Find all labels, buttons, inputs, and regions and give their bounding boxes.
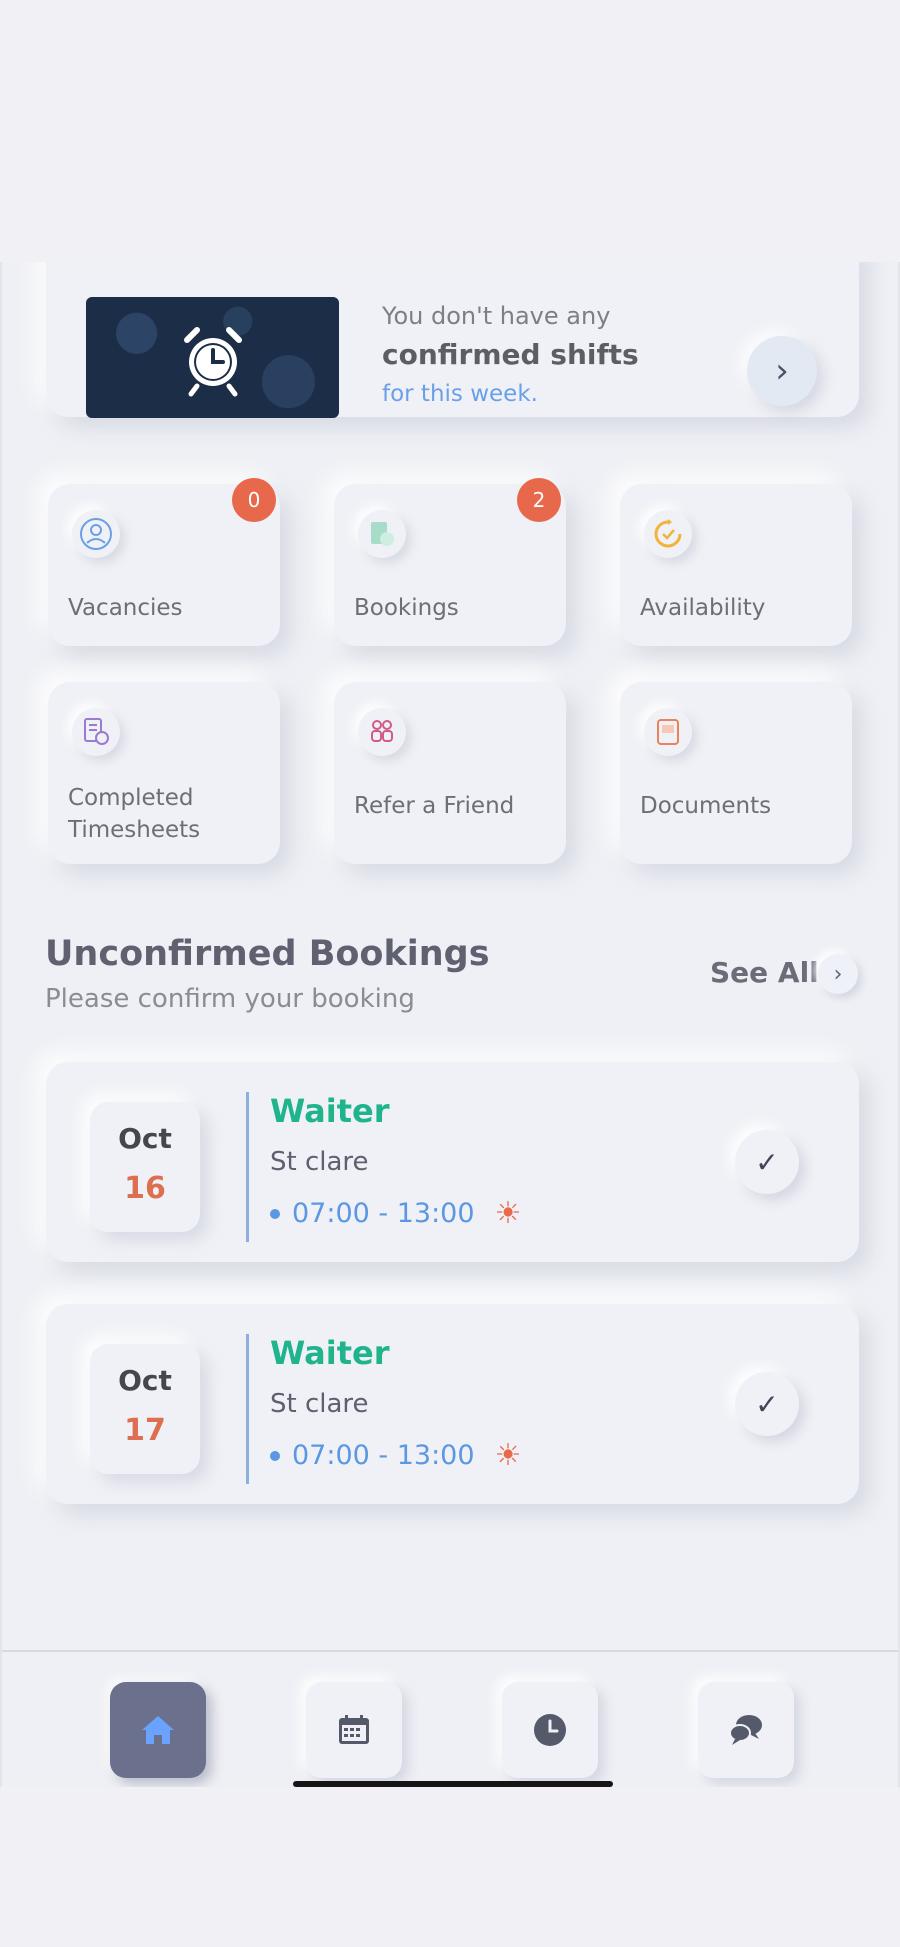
home-indicator <box>293 1781 613 1787</box>
booking-card[interactable]: Oct 17 Waiter St clare 07:00 - 13:00 ☀ ✓ <box>46 1304 859 1504</box>
booking-time: 07:00 - 13:00 <box>292 1198 475 1229</box>
clock-icon <box>534 1714 566 1746</box>
tile-label: Completed Timesheets <box>68 785 201 843</box>
chevron-right-icon: › <box>775 351 789 391</box>
booking-place: St clare <box>270 1389 369 1419</box>
nav-clock[interactable] <box>502 1682 598 1778</box>
tile-documents[interactable]: Documents <box>620 682 852 864</box>
chat-icon <box>729 1715 762 1745</box>
booking-place: St clare <box>270 1147 369 1177</box>
timesheet-icon <box>72 708 120 756</box>
section-subtitle: Please confirm your booking <box>45 984 415 1014</box>
shift-message: You don't have any confirmed shifts for … <box>382 302 639 407</box>
availability-icon <box>644 510 692 558</box>
shift-line-1: You don't have any <box>382 302 611 330</box>
section-title: Unconfirmed Bookings <box>45 934 490 974</box>
alarm-clock-icon <box>183 326 242 396</box>
sun-icon: ☀ <box>494 1438 522 1473</box>
tile-label: Documents <box>640 793 772 819</box>
home-icon <box>142 1716 174 1744</box>
bookings-badge: 2 <box>517 478 561 522</box>
tile-label: Availability <box>640 595 766 621</box>
check-icon: ✓ <box>755 1387 779 1421</box>
nav-home[interactable] <box>110 1682 206 1778</box>
booking-date: Oct 16 <box>90 1102 200 1232</box>
confirm-booking-button[interactable]: ✓ <box>735 1372 799 1436</box>
shift-line-3: for this week. <box>382 381 538 407</box>
booking-month: Oct <box>118 1122 172 1155</box>
alarm-banner-image <box>86 297 339 418</box>
vacancies-badge: 0 <box>232 478 276 522</box>
booking-time-row: 07:00 - 13:00 ☀ <box>270 1196 521 1231</box>
booking-role: Waiter <box>270 1334 390 1372</box>
time-dot <box>270 1208 280 1219</box>
nav-calendar[interactable] <box>306 1682 402 1778</box>
people-icon <box>358 708 406 756</box>
tile-label: Bookings <box>354 595 459 621</box>
time-dot <box>270 1450 280 1461</box>
booking-card[interactable]: Oct 16 Waiter St clare 07:00 - 13:00 ☀ ✓ <box>46 1062 859 1262</box>
chevron-right-icon[interactable]: › <box>818 954 858 994</box>
booking-day: 17 <box>124 1413 166 1448</box>
tile-availability[interactable]: Availability <box>620 484 852 646</box>
document-icon <box>644 708 692 756</box>
divider-line <box>246 1334 249 1484</box>
tile-refer-friend[interactable]: Refer a Friend <box>334 682 566 864</box>
shift-banner-card[interactable]: You don't have any confirmed shifts for … <box>46 262 859 418</box>
nav-divider <box>2 1650 898 1652</box>
booking-role: Waiter <box>270 1092 390 1130</box>
tile-label: Vacancies <box>68 595 183 621</box>
booking-time-row: 07:00 - 13:00 ☀ <box>270 1438 521 1473</box>
booking-date: Oct 17 <box>90 1344 200 1474</box>
booking-month: Oct <box>118 1364 172 1397</box>
calendar-icon <box>339 1715 369 1744</box>
tile-label: Refer a Friend <box>354 793 515 819</box>
app-screen: You don't have any confirmed shifts for … <box>0 262 900 1787</box>
booking-day: 16 <box>124 1171 166 1206</box>
booking-time: 07:00 - 13:00 <box>292 1440 475 1471</box>
user-circle-icon <box>72 510 120 558</box>
booking-icon <box>358 510 406 558</box>
nav-chat[interactable] <box>698 1682 794 1778</box>
confirm-booking-button[interactable]: ✓ <box>735 1130 799 1194</box>
shift-line-2: confirmed shifts <box>382 338 639 371</box>
tile-completed-timesheets[interactable]: Completed Timesheets <box>48 682 280 864</box>
divider-line <box>246 1092 249 1242</box>
shift-arrow-button[interactable]: › <box>747 336 817 406</box>
check-icon: ✓ <box>755 1145 779 1179</box>
see-all-link[interactable]: See All <box>710 956 819 989</box>
sun-icon: ☀ <box>494 1196 522 1231</box>
